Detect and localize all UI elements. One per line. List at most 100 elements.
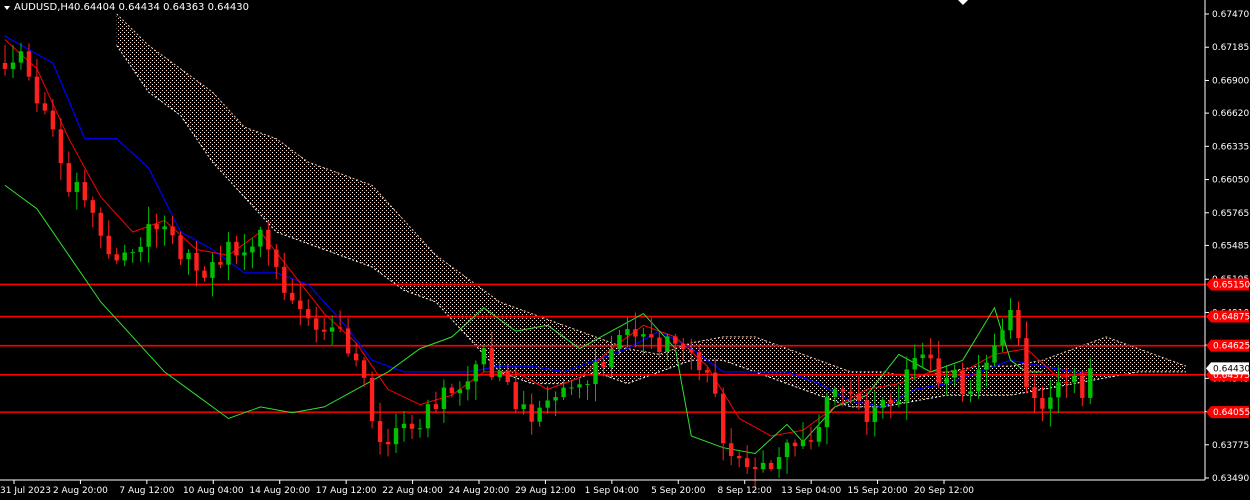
candle	[776, 447, 782, 478]
candle	[393, 413, 399, 453]
candle	[824, 392, 830, 445]
symbol-timeframe: AUDUSD,H4	[14, 2, 74, 13]
candle-body	[736, 456, 742, 459]
level-price-tag-label: 0.64875	[1213, 313, 1250, 323]
time-tick-label: 1 Sep 04:00	[585, 486, 640, 496]
candle-body	[146, 224, 151, 247]
price-tick-label: 0.63775	[1212, 441, 1249, 451]
dropdown-triangle-icon[interactable]	[4, 6, 10, 10]
price-tick-label: 0.66620	[1212, 109, 1249, 119]
time-axis: 31 Jul 2023 2 Aug 20:00 7 Aug 12:00 10 Aug …	[0, 479, 1205, 496]
candle-body	[593, 361, 598, 385]
candle-body	[1080, 375, 1085, 398]
time-tick-label: 5 Sep 20:00	[651, 486, 706, 496]
candle	[90, 196, 95, 228]
candle-body	[162, 226, 167, 230]
scroll-marker-icon[interactable]	[958, 0, 968, 5]
candle	[577, 378, 582, 399]
candle-body	[760, 462, 766, 470]
candle-body	[633, 329, 638, 337]
candle-body	[58, 129, 64, 164]
time-tick-label: 20 Sep 12:00	[914, 486, 974, 496]
chart-window: 0.67470 0.67185 0.66900 0.66620 0.66335 0.660…	[0, 0, 1250, 500]
candle-body	[824, 396, 830, 428]
candle-body	[393, 428, 399, 445]
candle	[1024, 321, 1029, 394]
candle-body	[816, 427, 822, 442]
level-price-tag: 0.64625	[1206, 339, 1250, 352]
candle-body	[673, 336, 678, 344]
candle-body	[417, 428, 423, 430]
candle-body	[896, 401, 901, 404]
candle	[728, 428, 734, 466]
candle	[98, 207, 103, 249]
candle-body	[625, 329, 630, 336]
candle	[2, 44, 8, 76]
candle	[369, 371, 375, 429]
candle-body	[26, 51, 32, 77]
candle-body	[744, 458, 750, 468]
candle	[146, 206, 151, 263]
time-tick-label: 7 Aug 12:00	[119, 486, 174, 496]
candle-body	[122, 252, 127, 261]
candle-body	[298, 300, 303, 310]
candle-body	[489, 348, 494, 378]
candle-body	[34, 76, 40, 104]
time-tick-label: 29 Aug 12:00	[515, 486, 576, 496]
candle-body	[697, 352, 702, 371]
candle	[1016, 301, 1021, 346]
candle	[345, 318, 351, 357]
candle-body	[784, 442, 790, 458]
candle	[250, 238, 255, 269]
candle	[800, 421, 806, 449]
candle	[736, 451, 742, 468]
candle	[290, 278, 295, 304]
candle	[10, 45, 16, 79]
time-tick-label: 10 Aug 04:00	[183, 486, 244, 496]
candle-body	[194, 252, 199, 271]
candle	[649, 317, 654, 349]
level-price-tag: 0.65150	[1206, 278, 1250, 291]
candle-body	[513, 382, 518, 409]
candle-body	[768, 462, 774, 470]
candle	[82, 169, 87, 208]
candle-body	[601, 361, 606, 368]
candle-body	[880, 399, 885, 408]
candle-body	[242, 252, 247, 256]
level-price-tag-label: 0.64055	[1213, 408, 1250, 418]
candle	[385, 429, 391, 457]
candle	[784, 439, 790, 474]
candle-body	[353, 353, 359, 361]
candle-body	[1056, 382, 1061, 398]
level-price-tag-label: 0.64625	[1213, 342, 1250, 352]
candle-body	[329, 327, 335, 332]
candle-body	[218, 262, 223, 265]
candle-body	[721, 393, 726, 444]
candle-body	[944, 377, 949, 384]
candle-body	[1016, 309, 1021, 339]
candle-body	[776, 457, 782, 470]
candle	[138, 237, 143, 262]
candle-body	[457, 389, 463, 394]
candle	[66, 151, 72, 197]
candle-body	[976, 369, 981, 392]
candle	[808, 426, 814, 450]
candle-body	[42, 103, 48, 111]
candle	[282, 252, 287, 301]
candle-body	[705, 370, 710, 373]
time-tick-label: 15 Sep 20:00	[848, 486, 908, 496]
candle-body	[98, 212, 103, 236]
time-tick-label: 8 Sep 12:00	[718, 486, 773, 496]
level-price-tag: 0.64875	[1206, 310, 1250, 323]
candle	[258, 226, 263, 258]
candle-body	[904, 369, 909, 402]
candle-body	[553, 397, 558, 401]
candle	[314, 306, 319, 343]
candle-body	[186, 252, 191, 260]
candle	[936, 340, 941, 388]
candle-body	[306, 309, 311, 319]
candle	[521, 390, 526, 415]
level-price-tag-label: 0.65150	[1213, 280, 1250, 290]
candle	[266, 221, 271, 266]
price-tick-label: 0.65765	[1212, 209, 1249, 219]
